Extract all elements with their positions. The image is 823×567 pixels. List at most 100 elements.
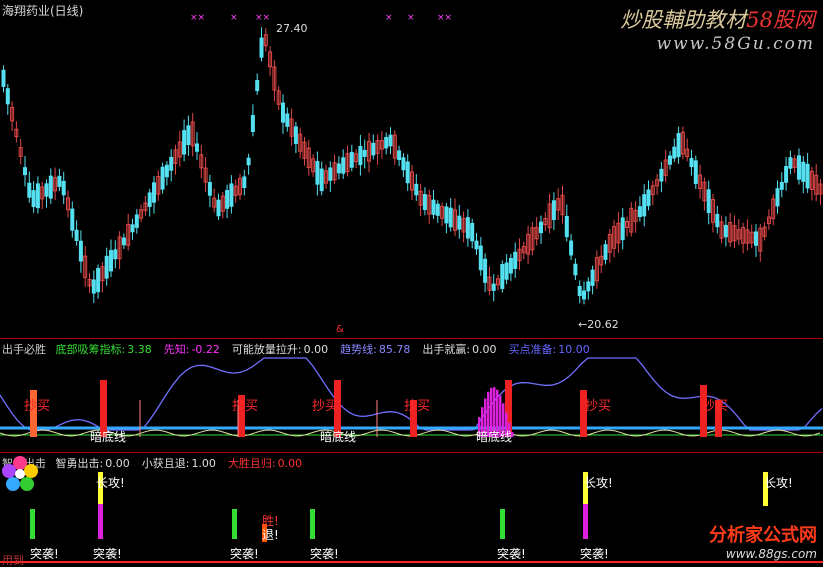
candle-body [590,269,595,286]
indicator-2-header: 智勇出击 智勇出击:0.00小获且退:1.00大胜且归:0.00 [2,455,320,471]
indicator-field-label: 智勇出击: [55,457,104,470]
indicator-field: 大胜且归: 0.00 [228,457,308,470]
pane-divider[interactable] [0,452,823,453]
candle-body [422,194,427,211]
candle-body [113,249,118,260]
pink-mark: ×× [437,13,453,23]
main-price-pane[interactable]: 海翔药业(日线) 27.40 ←20.62 ×× × ×× × × ×× & 炒… [0,0,823,338]
indicator-field: 先知: -0.22 [164,343,226,356]
candle-body [27,182,32,198]
candle-body [371,142,376,156]
indicator-field-value: 10.00 [558,343,590,356]
indicator-field: 买点准备: 10.00 [509,343,596,356]
candle-body [130,224,135,233]
candle-body [788,157,793,169]
candle-body [96,267,101,293]
candle-body [160,166,165,190]
candle-body [281,102,285,123]
indicator-field-value: 0.00 [303,343,329,356]
candle-body [573,263,578,276]
candle-body [405,161,410,184]
candle-body [121,237,126,246]
candle-body [250,115,255,133]
candle-body [637,206,642,218]
candle-body [431,199,436,215]
candle-body [207,182,212,196]
candle-body [31,190,36,208]
candle-body [57,175,62,187]
indicator-pane-2[interactable]: 智勇出击 智勇出击:0.00小获且退:1.00大胜且归:0.00 突袭!突袭!突… [0,454,823,567]
signal-label: 抄买 [232,399,259,414]
candle-body [35,183,40,209]
candle-body [672,146,677,159]
candle-body [569,240,574,256]
candle-body [689,157,694,168]
signal-column [310,509,315,539]
candle-body [577,285,582,297]
indicator-field: 趋势线: 85.78 [340,343,416,356]
indicator-1-name: 出手必胜 [2,343,46,356]
candle-body [513,251,518,269]
candle-body [620,217,625,241]
watermark-url: www.88gs.com [725,547,817,561]
signal-label: 抄买 [585,399,612,414]
signal-label: 长攻! [96,476,125,490]
watermark-88gs: 分析家公式网 www.88gs.com [709,521,817,561]
pane-divider[interactable] [0,338,823,339]
candle-body [801,161,806,182]
candle-body [564,215,569,238]
candle-body [182,130,187,155]
attack-column-magenta [98,504,103,539]
candle-body [448,207,453,228]
signal-label: 突袭! [30,547,59,561]
candle-body [293,126,298,144]
indicator-field: 底部吸筹指标: 3.38 [56,343,158,356]
candle-body [642,194,647,217]
indicator-2-footer: 用到 [2,554,24,567]
candle-body [779,181,784,190]
signal-label: 暗底线 [320,430,357,444]
candle-body [784,166,789,183]
indicator-field-value: 85.78 [378,343,411,356]
candle-body [5,88,10,105]
signal-label: 突袭! [230,547,259,561]
candle-body [328,167,333,181]
candle-body [109,250,113,272]
pink-mark: × [230,13,238,23]
pink-mark: × [385,13,393,23]
candle-body [504,262,509,280]
candle-body [457,215,462,230]
signal-label: 突袭! [310,547,339,561]
low-price-label: ←20.62 [578,318,619,331]
candle-body [186,125,191,145]
indicator-field: 小获且退: 1.00 [142,457,222,470]
candle-body [225,189,230,209]
candle-body [384,136,389,149]
candle-body [659,168,664,182]
candle-body [586,281,591,292]
candle-body [358,146,363,166]
candle-body [147,192,152,207]
candle-body [44,183,49,197]
candle-body [470,222,475,242]
signal-label: 暗底线 [476,430,513,444]
candle-body [315,161,320,185]
candle-body [70,208,75,231]
candle-body [169,156,174,171]
indicator-field: 出手就赢: 0.00 [422,343,502,356]
signal-label: 抄买 [404,399,431,414]
candle-body [465,217,470,239]
indicator-pane-1[interactable]: 出手必胜 底部吸筹指标: 3.38 先知: -0.22 可能放量拉升: 0.00 趋势线: 8… [0,340,823,452]
candle-body [474,240,479,250]
candle-body [805,163,810,189]
candle-body [259,37,264,58]
candle-body [104,255,109,279]
candle-body [646,189,651,207]
signal-label: 长攻! [764,476,793,490]
attack-column-magenta [583,504,588,539]
signal-label: 突袭! [580,547,609,561]
candle-body [397,150,402,160]
stock-title: 海翔药业(日线) [2,4,84,18]
candle-body [195,143,199,152]
candle-body [797,155,801,180]
